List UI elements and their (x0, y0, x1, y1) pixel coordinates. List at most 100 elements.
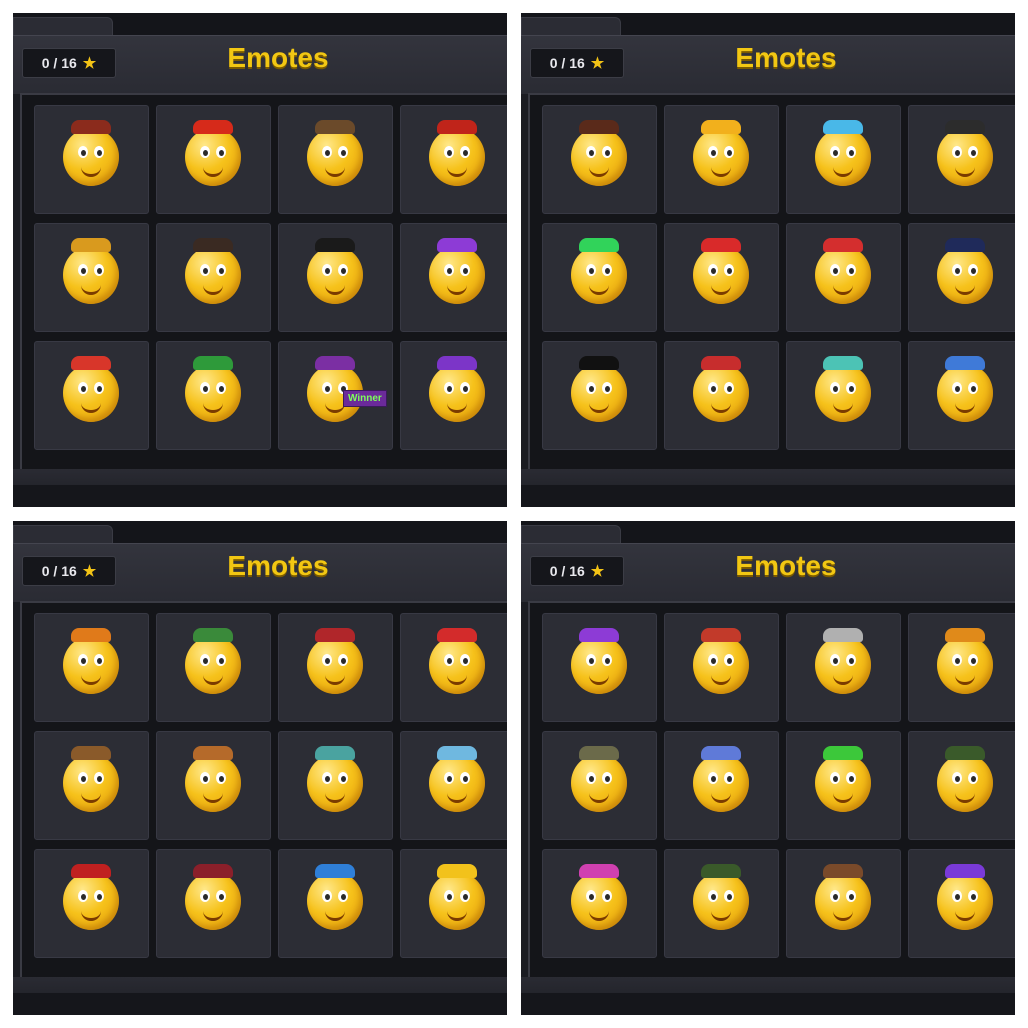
emote-eye (200, 654, 210, 666)
emote-tile[interactable] (156, 849, 271, 958)
emote-eye (460, 264, 470, 276)
emote-accessory (315, 864, 355, 878)
emote-tile[interactable] (786, 223, 901, 332)
emote-tile[interactable] (34, 341, 149, 450)
emote-mouth (81, 674, 101, 685)
emote-tile[interactable] (156, 223, 271, 332)
emote-tile[interactable] (786, 731, 901, 840)
winner-banner: Winner (343, 390, 387, 407)
emote-accessory (315, 628, 355, 642)
emote-accessory (823, 864, 863, 878)
emote-eye (602, 382, 612, 394)
emote-accessory (945, 746, 985, 760)
emote-tile[interactable] (786, 105, 901, 214)
emote-tile[interactable] (156, 613, 271, 722)
emoji-eight-ball-butler-icon (307, 628, 363, 694)
emote-accessory (193, 746, 233, 760)
emote-tile[interactable] (908, 105, 1015, 214)
emote-tile[interactable] (786, 849, 901, 958)
emote-eye (322, 264, 332, 276)
emote-tile[interactable] (786, 341, 901, 450)
emote-tile[interactable] (908, 341, 1015, 450)
emote-tile[interactable] (34, 105, 149, 214)
emote-accessory (437, 864, 477, 878)
emote-tile[interactable] (542, 613, 657, 722)
emoji-map-reader-icon (307, 746, 363, 812)
emote-mouth (325, 910, 345, 921)
emote-tile[interactable] (542, 849, 657, 958)
tab[interactable] (521, 525, 621, 544)
emote-tile[interactable] (400, 105, 507, 214)
emote-eye (338, 890, 348, 902)
star-count-label: 0 / 16 (549, 563, 585, 579)
emoji-sunglasses-music-icon (307, 238, 363, 304)
emote-mouth (833, 792, 853, 803)
emote-tile[interactable] (908, 223, 1015, 332)
emote-mouth (589, 910, 609, 921)
emote-tile[interactable] (542, 105, 657, 214)
emote-tile[interactable] (156, 341, 271, 450)
emote-tile[interactable] (664, 105, 779, 214)
tab[interactable] (13, 525, 113, 544)
emote-tile[interactable] (908, 849, 1015, 958)
emote-mouth (589, 284, 609, 295)
emote-tile[interactable] (664, 341, 779, 450)
emote-tile[interactable] (400, 223, 507, 332)
emote-tile[interactable] (908, 731, 1015, 840)
emote-tile[interactable] (34, 731, 149, 840)
emote-tile[interactable] (786, 613, 901, 722)
emote-eye (708, 772, 718, 784)
emote-tile[interactable] (542, 223, 657, 332)
emote-tile[interactable] (278, 849, 393, 958)
emote-eye (444, 264, 454, 276)
emote-tile[interactable] (156, 105, 271, 214)
emote-tile[interactable] (664, 731, 779, 840)
emote-tile[interactable] (664, 613, 779, 722)
tab[interactable] (13, 17, 113, 36)
emote-tile[interactable] (34, 223, 149, 332)
emote-tile[interactable] (664, 849, 779, 958)
emoji-viking-sword-icon (815, 628, 871, 694)
emote-eye (968, 654, 978, 666)
emote-tile[interactable] (156, 731, 271, 840)
emote-eye (724, 772, 734, 784)
emote-tile[interactable] (908, 613, 1015, 722)
emote-eye (708, 890, 718, 902)
emote-tile[interactable] (400, 849, 507, 958)
emote-tile[interactable] (542, 341, 657, 450)
emote-tile[interactable]: Winner (278, 341, 393, 450)
emote-eye (602, 772, 612, 784)
emote-eye (952, 264, 962, 276)
emote-tile[interactable] (278, 613, 393, 722)
star-icon: ★ (82, 54, 97, 72)
emote-eye (602, 890, 612, 902)
tab-strip (13, 521, 507, 544)
emoji-mandarin-tea-icon (429, 120, 485, 186)
emote-tile[interactable] (400, 731, 507, 840)
emote-mouth (447, 166, 467, 177)
emote-eye (322, 382, 332, 394)
emoji-boxing-gloves-icon (185, 120, 241, 186)
emote-eye (338, 772, 348, 784)
emote-tile[interactable] (34, 613, 149, 722)
emote-tile[interactable] (400, 613, 507, 722)
emote-tile[interactable] (278, 223, 393, 332)
panel-header: 0 / 16 ★ Emotes (13, 543, 507, 602)
emote-mouth (325, 674, 345, 685)
emote-mouth (711, 674, 731, 685)
emote-accessory (823, 628, 863, 642)
panel-footer (521, 977, 1015, 1015)
emote-tile[interactable] (278, 731, 393, 840)
emote-tile[interactable] (278, 105, 393, 214)
emote-tile[interactable] (542, 731, 657, 840)
emote-tile[interactable] (400, 341, 507, 450)
emote-tile[interactable] (664, 223, 779, 332)
emote-eye (200, 264, 210, 276)
panel-header: 0 / 16 ★ Emotes (521, 35, 1015, 94)
emote-mouth (711, 402, 731, 413)
emote-tile[interactable] (34, 849, 149, 958)
emote-eye (216, 146, 226, 158)
emote-mouth (955, 792, 975, 803)
tab[interactable] (521, 17, 621, 36)
emote-eye (724, 382, 734, 394)
